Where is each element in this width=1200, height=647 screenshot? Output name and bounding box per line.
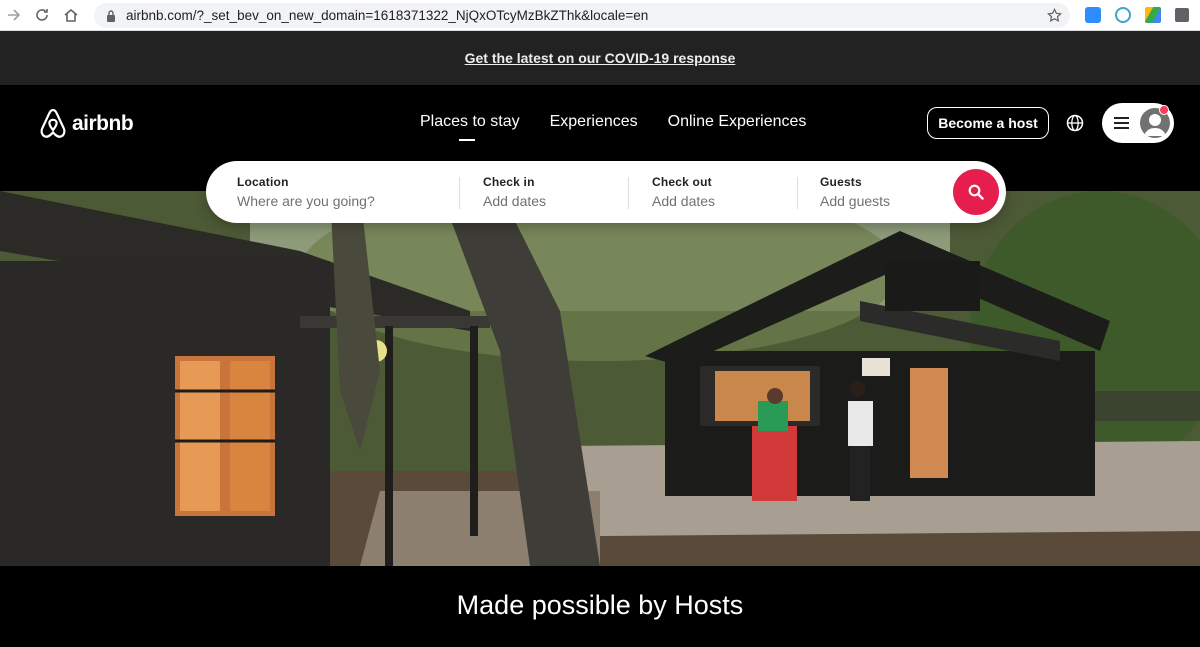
- browser-toolbar: airbnb.com/?_set_bev_on_new_domain=16183…: [0, 0, 1200, 31]
- zoom-extension-icon[interactable]: [1085, 7, 1101, 23]
- nav-places-to-stay[interactable]: Places to stay: [420, 113, 520, 141]
- lock-icon: [107, 9, 115, 22]
- location-input[interactable]: Where are you going?: [237, 193, 375, 209]
- google-drive-icon[interactable]: [1145, 7, 1161, 23]
- search-divider: [459, 177, 460, 209]
- guests-field[interactable]: Guests Add guests: [820, 175, 890, 209]
- search-bar: Location Where are you going? Check in A…: [206, 161, 1006, 223]
- search-icon: [968, 184, 984, 200]
- guests-input[interactable]: Add guests: [820, 193, 890, 209]
- airbnb-logo[interactable]: airbnb: [38, 108, 134, 140]
- check-in-field[interactable]: Check in Add dates: [483, 175, 546, 209]
- hosts-section: Made possible by Hosts: [0, 566, 1200, 647]
- address-bar[interactable]: airbnb.com/?_set_bev_on_new_domain=16183…: [94, 3, 1070, 28]
- reload-icon[interactable]: [28, 1, 56, 29]
- guests-label: Guests: [820, 175, 862, 189]
- web-extension-icon[interactable]: [1115, 7, 1131, 23]
- search-divider: [797, 177, 798, 209]
- hero-image: [0, 191, 1200, 566]
- nav-online-experiences[interactable]: Online Experiences: [668, 113, 807, 131]
- check-in-label: Check in: [483, 175, 535, 189]
- search-button[interactable]: [953, 169, 999, 215]
- cabins-illustration: [0, 191, 1200, 566]
- forward-icon[interactable]: [0, 1, 28, 29]
- check-out-input[interactable]: Add dates: [652, 193, 715, 209]
- check-in-input[interactable]: Add dates: [483, 193, 546, 209]
- hamburger-menu-icon: [1114, 117, 1129, 129]
- location-label: Location: [237, 175, 289, 189]
- search-divider: [628, 177, 629, 209]
- url-text: airbnb.com/?_set_bev_on_new_domain=16183…: [126, 8, 649, 23]
- check-out-label: Check out: [652, 175, 712, 189]
- user-menu-button[interactable]: [1102, 103, 1174, 143]
- check-out-field[interactable]: Check out Add dates: [652, 175, 715, 209]
- home-icon[interactable]: [57, 1, 85, 29]
- globe-icon[interactable]: [1066, 114, 1084, 132]
- bookmark-star-icon[interactable]: [1047, 8, 1062, 23]
- nav-experiences[interactable]: Experiences: [550, 113, 638, 131]
- notification-dot: [1159, 105, 1169, 115]
- main-nav: Places to stay Experiences Online Experi…: [420, 113, 807, 141]
- hosts-tagline: Made possible by Hosts: [456, 590, 744, 620]
- become-host-button[interactable]: Become a host: [927, 107, 1049, 139]
- covid-banner: Get the latest on our COVID-19 response: [0, 31, 1200, 85]
- covid-response-link[interactable]: Get the latest on our COVID-19 response: [465, 50, 736, 66]
- airbnb-logo-icon: [40, 108, 66, 138]
- logo-text: airbnb: [72, 112, 134, 135]
- extensions-puzzle-icon[interactable]: [1175, 8, 1189, 22]
- location-field[interactable]: Location Where are you going?: [237, 175, 375, 209]
